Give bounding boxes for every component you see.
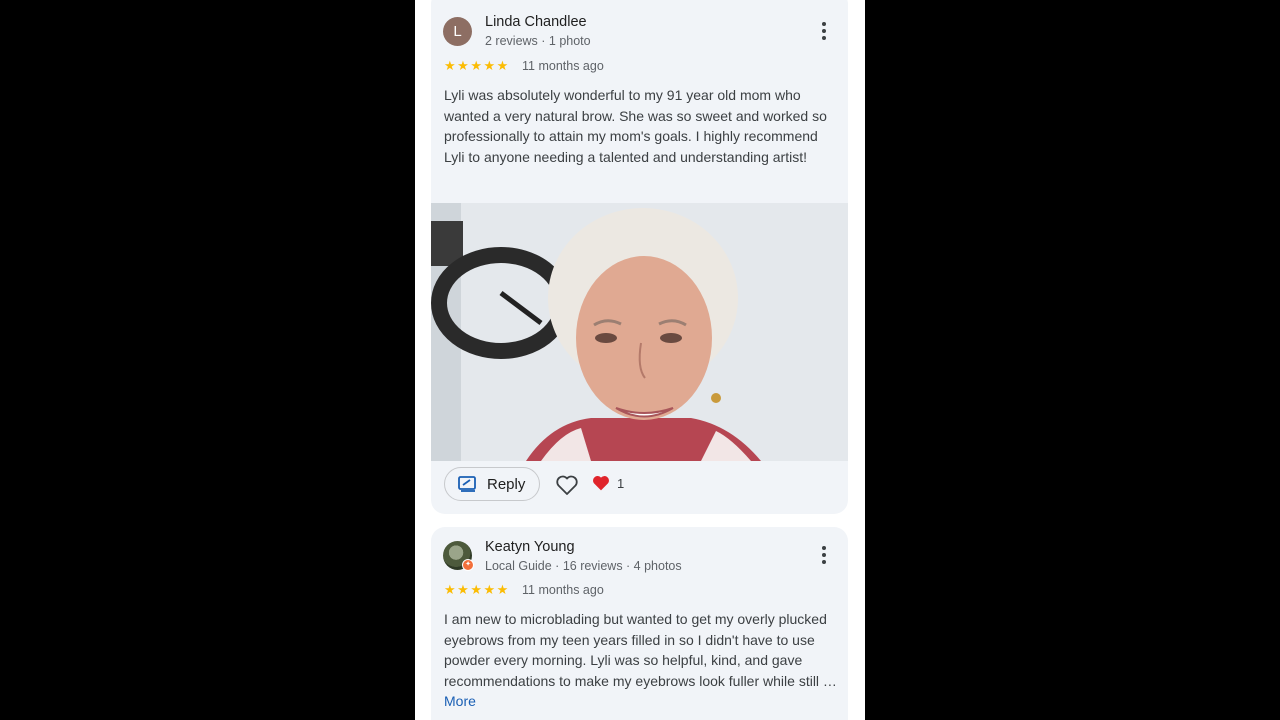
reaction-count: 1 [617, 475, 625, 491]
reply-button[interactable]: Reply [444, 467, 540, 501]
local-guide-badge-icon: ✦ [462, 559, 474, 571]
reply-label: Reply [487, 475, 526, 493]
review-date: 11 months ago [522, 583, 604, 597]
reviewer-name[interactable]: Linda Chandlee [485, 14, 587, 30]
reviewer-meta: Local Guide · 16 reviews · 4 photos [485, 559, 682, 573]
review-photo-image [431, 203, 848, 461]
star-icon: ★ [457, 582, 469, 597]
more-link[interactable]: More [444, 693, 476, 709]
reviewer-avatar[interactable]: ✦ [443, 541, 474, 571]
more-options-icon[interactable] [814, 543, 834, 567]
reviewer-name[interactable]: Keatyn Young [485, 539, 575, 555]
star-icon: ★ [444, 58, 456, 73]
star-rating: ★ ★ ★ ★ ★ [444, 583, 508, 597]
review-card: ✦ Keatyn Young Local Guide · 16 reviews … [431, 527, 848, 720]
review-date: 11 months ago [522, 59, 604, 73]
star-icon: ★ [444, 582, 456, 597]
more-options-icon[interactable] [814, 19, 834, 43]
reviews-screen: L Linda Chandlee 2 reviews · 1 photo ★ ★… [415, 0, 865, 720]
reviewer-meta: 2 reviews · 1 photo [485, 34, 591, 48]
star-icon: ★ [457, 58, 469, 73]
reply-icon [458, 476, 476, 492]
star-icon: ★ [496, 582, 509, 597]
star-icon: ★ [470, 58, 482, 73]
star-icon: ★ [483, 582, 496, 597]
review-photo[interactable] [431, 203, 848, 461]
star-icon: ★ [483, 58, 496, 73]
heart-filled-icon [593, 476, 609, 491]
like-button[interactable] [555, 474, 579, 496]
star-rating: ★ ★ ★ ★ ★ [444, 59, 508, 73]
heart-outline-icon [556, 475, 578, 495]
review-text: Lyli was absolutely wonderful to my 91 y… [444, 87, 827, 165]
review-card: L Linda Chandlee 2 reviews · 1 photo ★ ★… [431, 0, 848, 514]
star-icon: ★ [470, 582, 482, 597]
star-icon: ★ [496, 58, 509, 73]
review-text-content: I am new to microblading but wanted to g… [444, 611, 837, 689]
review-text: I am new to microblading but wanted to g… [444, 609, 839, 712]
reactions[interactable]: 1 [591, 474, 624, 492]
reviewer-avatar[interactable]: L [443, 17, 472, 46]
